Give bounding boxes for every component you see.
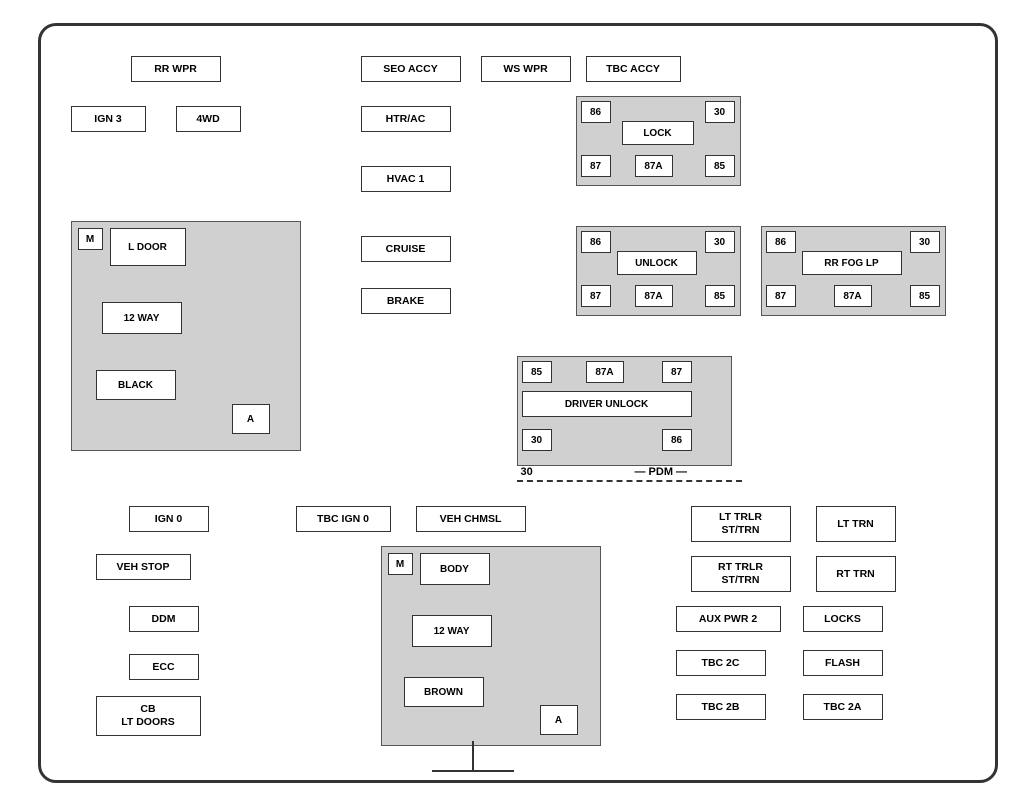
- rr-fog-relay-85: 85: [910, 285, 940, 307]
- l-door-module-m: M: [78, 228, 103, 250]
- driver-unlock-relay-driver-unlock: DRIVER UNLOCK: [522, 391, 692, 417]
- tbc-ign0: TBC IGN 0: [296, 506, 391, 532]
- aux-pwr2: AUX PWR 2: [676, 606, 781, 632]
- l-door-module-black: BLACK: [96, 370, 176, 400]
- tbc-2a: TBC 2A: [803, 694, 883, 720]
- lock-relay-lock: LOCK: [622, 121, 694, 145]
- ws-wpr: WS WPR: [481, 56, 571, 82]
- driver-unlock-relay-85: 85: [522, 361, 552, 383]
- rr-fog-relay-86: 86: [766, 231, 796, 253]
- lt-trlr-st-trn: LT TRLR ST/TRN: [691, 506, 791, 542]
- unlock-relay-87a: 87A: [635, 285, 673, 307]
- unlock-relay-30: 30: [705, 231, 735, 253]
- body-module-m: M: [388, 553, 413, 575]
- l-door-module-12-way: 12 WAY: [102, 302, 182, 334]
- rr-wpr: RR WPR: [131, 56, 221, 82]
- ddm: DDM: [129, 606, 199, 632]
- body-module-body: BODY: [420, 553, 490, 585]
- body-module: M BODY 12 WAY BROWN A: [381, 546, 601, 746]
- veh-chmsl: VEH CHMSL: [416, 506, 526, 532]
- brake: BRAKE: [361, 288, 451, 314]
- driver-unlock-relay-87a: 87A: [586, 361, 624, 383]
- lock-relay-30: 30: [705, 101, 735, 123]
- lock-relay-87: 87: [581, 155, 611, 177]
- 4wd: 4WD: [176, 106, 241, 132]
- body-module-12-way: 12 WAY: [412, 615, 492, 647]
- cb-lt-doors: CB LT DOORS: [96, 696, 201, 736]
- rt-trn: RT TRN: [816, 556, 896, 592]
- lock-relay-86: 86: [581, 101, 611, 123]
- pdm-30-label: 30: [521, 466, 533, 478]
- hvac1: HVAC 1: [361, 166, 451, 192]
- unlock-relay: 86 30 UNLOCK 87 87A 85: [576, 226, 741, 316]
- body-module-brown: BROWN: [404, 677, 484, 707]
- ecc: ECC: [129, 654, 199, 680]
- unlock-relay-unlock: UNLOCK: [617, 251, 697, 275]
- locks: LOCKS: [803, 606, 883, 632]
- fuse-diagram: RR WPR SEO ACCY WS WPR TBC ACCY IGN 3 4WD HTR/…: [38, 23, 998, 783]
- driver-unlock-relay-30: 30: [522, 429, 552, 451]
- rr-fog-relay-rr-fog-lp: RR FOG LP: [802, 251, 902, 275]
- body-module-a: A: [540, 705, 578, 735]
- unlock-relay-87: 87: [581, 285, 611, 307]
- ign0: IGN 0: [129, 506, 209, 532]
- unlock-relay-86: 86: [581, 231, 611, 253]
- veh-stop: VEH STOP: [96, 554, 191, 580]
- l-door-module: M L DOOR 12 WAY BLACK A: [71, 221, 301, 451]
- flash: FLASH: [803, 650, 883, 676]
- lock-relay: 86 30 LOCK 87 87A 85: [576, 96, 741, 186]
- seo-accy: SEO ACCY: [361, 56, 461, 82]
- ign3: IGN 3: [71, 106, 146, 132]
- lock-relay-85: 85: [705, 155, 735, 177]
- pdm-label: — PDM —: [635, 466, 688, 478]
- rt-trlr-st-trn: RT TRLR ST/TRN: [691, 556, 791, 592]
- rr-fog-relay: 86 30 RR FOG LP 87 87A 85: [761, 226, 946, 316]
- unlock-relay-85: 85: [705, 285, 735, 307]
- driver-unlock-relay-86: 86: [662, 429, 692, 451]
- rr-fog-relay-30: 30: [910, 231, 940, 253]
- l-door-module-l-door: L DOOR: [110, 228, 186, 266]
- driver-unlock-relay: 85 87A 87 DRIVER UNLOCK 30 86: [517, 356, 732, 466]
- tbc-2b: TBC 2B: [676, 694, 766, 720]
- lock-relay-87a: 87A: [635, 155, 673, 177]
- pdm-line: [517, 480, 742, 482]
- rr-fog-relay-87a: 87A: [834, 285, 872, 307]
- l-door-module-a: A: [232, 404, 270, 434]
- cruise: CRUISE: [361, 236, 451, 262]
- tbc-accy: TBC ACCY: [586, 56, 681, 82]
- driver-unlock-relay-87: 87: [662, 361, 692, 383]
- htr-ac: HTR/AC: [361, 106, 451, 132]
- rr-fog-relay-87: 87: [766, 285, 796, 307]
- lt-trn: LT TRN: [816, 506, 896, 542]
- tbc-2c: TBC 2C: [676, 650, 766, 676]
